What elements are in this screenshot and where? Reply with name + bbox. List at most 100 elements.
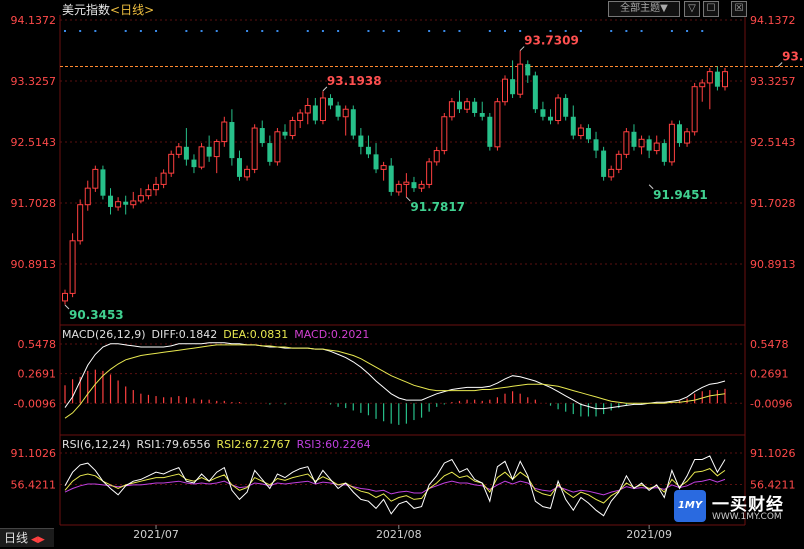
candle-body-down [108, 195, 114, 207]
top-marker-dot [139, 30, 142, 32]
top-marker-dot [640, 30, 643, 32]
candle-body-down [646, 139, 652, 151]
candle-body-up [213, 141, 220, 158]
candle-body-up [251, 127, 258, 170]
scroll-arrows-icon[interactable]: ◀▶ [31, 535, 45, 545]
candle-body-down [540, 109, 546, 117]
top-marker-dot [458, 30, 461, 32]
candle-body-down [487, 116, 493, 147]
top-marker-dot [488, 30, 491, 32]
candle-body-up [418, 183, 425, 189]
candle-body-down [100, 169, 106, 196]
chart-canvas: 90.3453 93.1938 91.7817 93.7309 91.9451 93.51… [11, 14, 804, 541]
macd-legend-diff: DIFF:0.1842 [151, 328, 218, 341]
macd-y-tick-right: 0.2691 [750, 368, 789, 381]
candle-body-down [259, 128, 265, 144]
candle-body-down [585, 128, 591, 140]
candle-body-up [555, 97, 562, 122]
candle-body-down [714, 71, 720, 87]
candle-body-up [62, 292, 68, 302]
candle-body-up [623, 131, 630, 155]
candle-body-down [206, 146, 212, 157]
price-y-tick-right: 93.3257 [750, 75, 796, 88]
top-marker-dot [670, 30, 673, 32]
candle-body-up [198, 146, 205, 168]
price-annotation: 93.5191 [782, 49, 804, 63]
macd-y-tick-left: 0.2691 [18, 368, 57, 381]
candle-body-down [373, 154, 379, 170]
candle-body-down [532, 75, 538, 110]
macd-y-tick-left: -0.0096 [14, 397, 56, 410]
top-marker-dot [549, 30, 552, 32]
period-tab[interactable]: 日线 ◀▶ [0, 528, 54, 547]
candle-body-up [297, 112, 304, 122]
candle-body-down [472, 101, 478, 113]
top-marker-dot [397, 30, 400, 32]
top-marker-dot [337, 30, 340, 32]
candle-body-down [229, 122, 235, 159]
candle-body-up [441, 116, 448, 152]
top-marker-dot [155, 30, 158, 32]
candle-body-up [494, 101, 501, 148]
x-tick-label: 2021/07 [133, 528, 179, 541]
candle-body-down [191, 159, 197, 168]
candle-body-up [684, 131, 691, 144]
candle-body-up [403, 181, 410, 185]
candle-body-up [668, 123, 675, 163]
rsi-legend-name: RSI(6,12,24) [62, 438, 131, 451]
candle-body-down [335, 105, 341, 117]
candle-body-up [653, 142, 660, 152]
theme-select[interactable]: 全部主题▼ [608, 1, 680, 17]
candle-body-up [722, 71, 728, 88]
candle-body-up [274, 131, 281, 163]
candle-body-down [570, 116, 576, 136]
candle-body-up [145, 189, 152, 197]
price-annotation: 90.3453 [69, 308, 124, 322]
candle-body-up [342, 108, 349, 118]
candle-body-down [456, 101, 462, 110]
candle-body-up [137, 195, 144, 202]
top-marker-dot [261, 30, 264, 32]
price-y-tick-right: 91.7028 [750, 197, 796, 210]
top-marker-dot [306, 30, 309, 32]
candle-body-down [548, 116, 554, 121]
triangle-down-icon[interactable]: ▽ [684, 1, 700, 17]
candle-body-down [183, 146, 189, 160]
top-marker-dot [519, 30, 522, 32]
rsi-y-tick-right: 91.1026 [750, 447, 796, 460]
candle-body-up [92, 168, 99, 189]
top-marker-dot [124, 30, 127, 32]
macd-legend: MACD(26,12,9) DIFF:0.1842 DEA:0.0831 MACD:0… [62, 328, 375, 341]
top-marker-dot [443, 30, 446, 32]
candle-body-up [517, 63, 524, 95]
candle-body-up [464, 101, 471, 110]
top-marker-dot [94, 30, 97, 32]
rsi-legend-rsi2: RSI2:67.2767 [216, 438, 291, 451]
chart-title: 美元指数<日线> [62, 3, 155, 17]
rsi-y-tick-left: 91.1026 [11, 447, 57, 460]
rsi-legend: RSI(6,12,24) RSI1:79.6556 RSI2:67.2767 RSI3… [62, 438, 377, 451]
restore-icon[interactable]: ☐ [703, 1, 719, 17]
top-marker-dot [610, 30, 613, 32]
price-y-tick-left: 93.3257 [11, 75, 57, 88]
candle-body-up [699, 82, 706, 88]
candle-body-up [153, 183, 160, 191]
price-y-tick-left: 91.7028 [11, 197, 57, 210]
axes: 94.1372 94.1372 93.3257 93.3257 92.5143 92.51… [11, 14, 796, 541]
candle-body-down [593, 139, 599, 151]
close-icon[interactable]: ☒ [731, 1, 747, 17]
candle-body-up [608, 168, 615, 178]
candle-body-down [236, 158, 242, 177]
candle-body-up [577, 127, 584, 137]
macd-legend-dea: DEA:0.0831 [223, 328, 289, 341]
brand-logo: 1MY 一买财经 WWW.1MY.COM [672, 488, 804, 528]
candle-body-down [282, 131, 288, 136]
candle-body-up [433, 150, 440, 163]
candle-body-up [502, 78, 508, 103]
candle-body-up [380, 165, 387, 170]
top-marker-dot [321, 30, 324, 32]
top-marker-dot [215, 30, 218, 32]
top-marker-dot [686, 30, 689, 32]
candle-body-up [448, 101, 455, 118]
candle-body-up [426, 161, 433, 185]
